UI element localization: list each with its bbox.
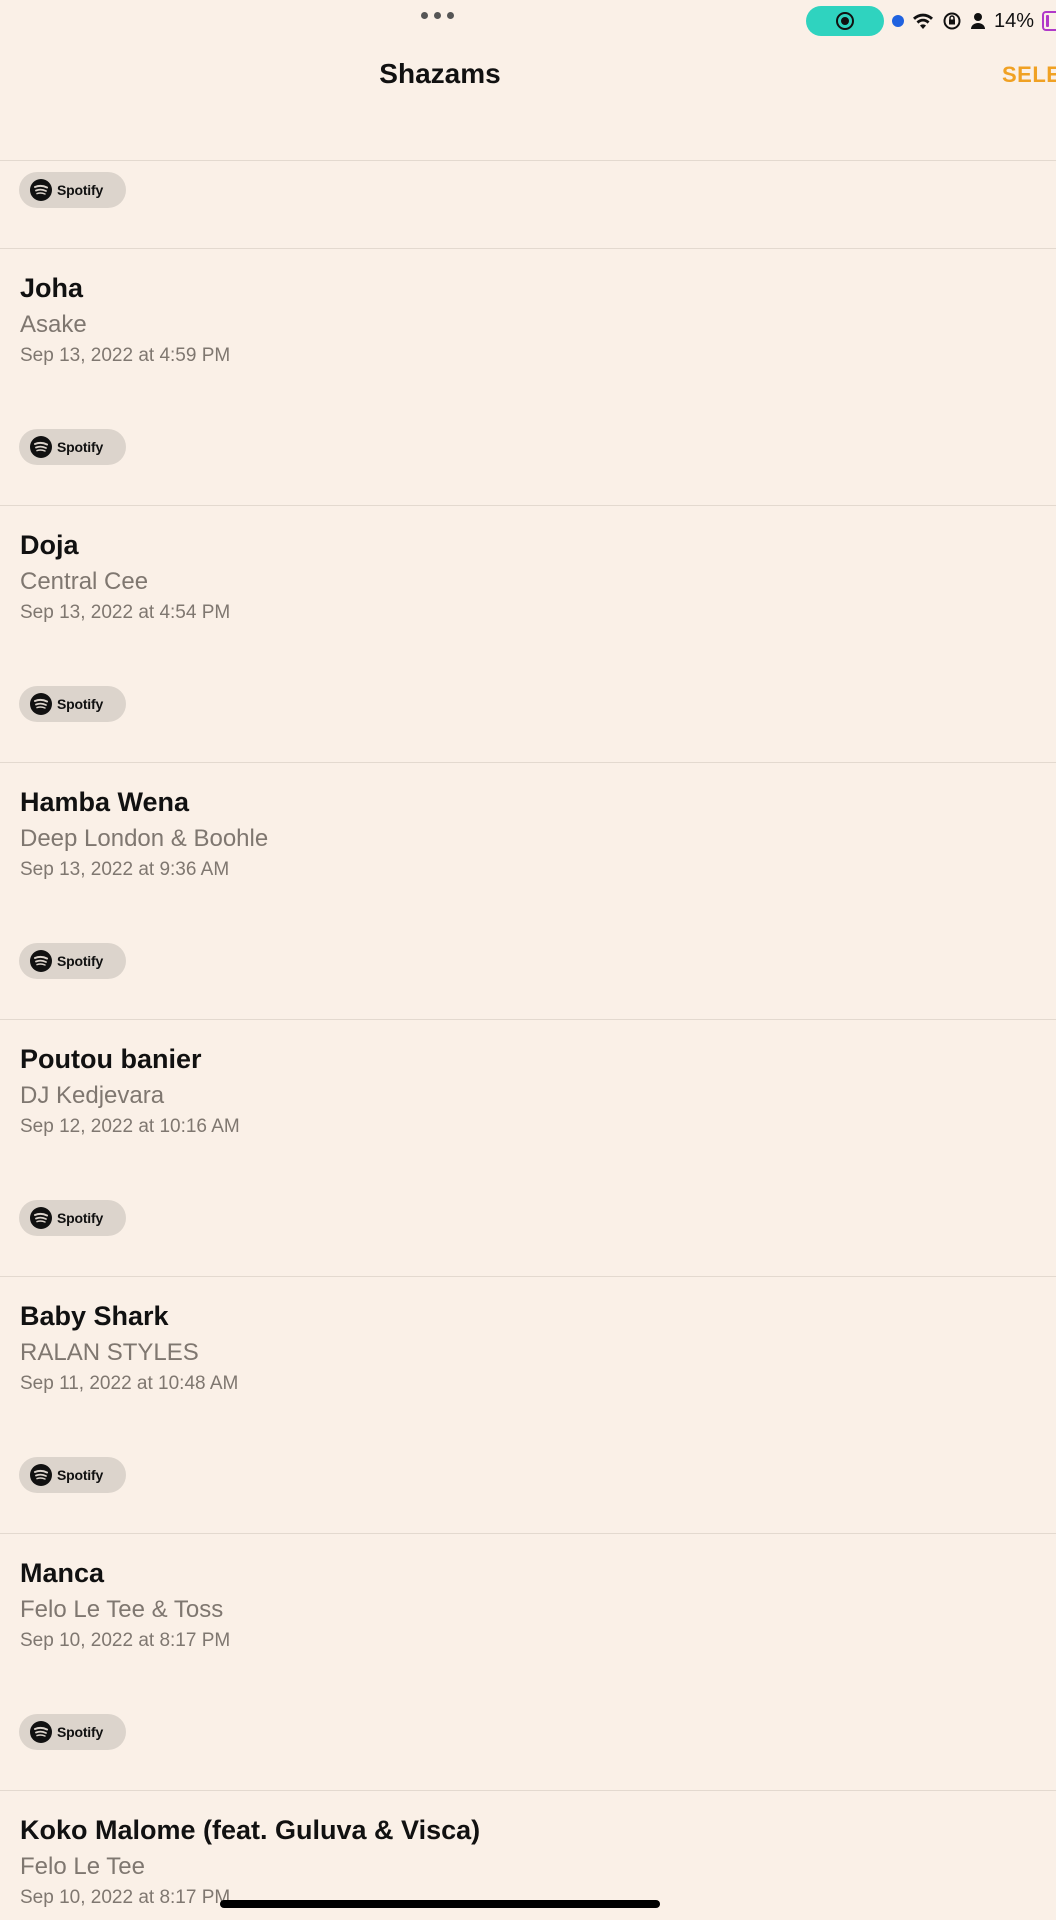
spotify-icon <box>30 436 52 458</box>
spotify-button[interactable]: Spotify <box>19 429 126 465</box>
spotify-icon <box>30 1207 52 1229</box>
track-artist: Central Cee <box>20 568 149 595</box>
divider <box>0 1790 1056 1791</box>
spotify-button[interactable]: Spotify <box>19 1714 126 1750</box>
track-date: Sep 13, 2022 at 4:54 PM <box>20 602 231 623</box>
spotify-icon <box>30 179 52 201</box>
location-dot-icon <box>891 15 904 27</box>
battery-icon <box>1042 11 1056 31</box>
spotify-icon <box>30 1721 52 1743</box>
wifi-icon <box>912 12 934 30</box>
track-item[interactable]: Joha Asake Sep 13, 2022 at 4:59 PM <box>20 272 1020 369</box>
track-date: Sep 11, 2022 at 10:48 AM <box>20 1373 239 1394</box>
spotify-button[interactable]: Spotify <box>19 1457 126 1493</box>
spotify-icon <box>30 693 52 715</box>
spotify-label: Spotify <box>57 953 104 969</box>
track-date: Sep 13, 2022 at 4:59 PM <box>20 345 231 366</box>
spotify-label: Spotify <box>57 696 104 712</box>
battery-percentage: 14% <box>993 9 1034 32</box>
track-title: Poutou banier <box>20 1044 202 1074</box>
divider <box>0 1019 1056 1020</box>
track-date: Sep 13, 2022 at 9:36 AM <box>20 859 230 880</box>
divider <box>0 1276 1056 1277</box>
track-item[interactable]: Baby Shark RALAN STYLES Sep 11, 2022 at … <box>20 1300 1020 1397</box>
screen-record-icon[interactable] <box>805 6 884 36</box>
spotify-label: Spotify <box>57 1210 104 1226</box>
spotify-button[interactable]: Spotify <box>19 172 126 208</box>
divider <box>0 1533 1056 1534</box>
track-item[interactable]: Doja Central Cee Sep 13, 2022 at 4:54 PM <box>20 529 1020 626</box>
track-date: Sep 12, 2022 at 10:16 AM <box>20 1116 240 1137</box>
track-date: Sep 10, 2022 at 8:17 PM <box>20 1630 231 1651</box>
track-artist: DJ Kedjevara <box>20 1082 165 1109</box>
person-icon <box>970 12 986 30</box>
spotify-icon <box>30 950 52 972</box>
spotify-button[interactable]: Spotify <box>19 943 126 979</box>
spotify-label: Spotify <box>57 182 104 198</box>
multitasking-dots[interactable] <box>421 12 454 19</box>
divider <box>0 762 1056 763</box>
track-title: Hamba Wena <box>20 787 190 817</box>
track-artist: Deep London & Boohle <box>20 825 269 852</box>
spotify-icon <box>30 1464 52 1486</box>
track-title: Joha <box>20 273 84 303</box>
divider <box>0 160 1056 161</box>
divider <box>0 248 1056 249</box>
track-title: Doja <box>20 530 79 560</box>
spotify-label: Spotify <box>57 439 104 455</box>
spotify-label: Spotify <box>57 1724 104 1740</box>
track-artist: Felo Le Tee <box>20 1853 145 1880</box>
track-item[interactable]: Manca Felo Le Tee & Toss Sep 10, 2022 at… <box>20 1557 1020 1654</box>
status-bar: 14% <box>805 6 1056 36</box>
track-artist: Felo Le Tee & Toss <box>20 1596 224 1623</box>
track-title: Manca <box>20 1558 105 1588</box>
home-indicator[interactable] <box>220 1900 660 1908</box>
select-button[interactable]: SELE <box>1002 62 1056 88</box>
divider <box>0 505 1056 506</box>
track-title: Koko Malome (feat. Guluva & Visca) <box>20 1815 481 1845</box>
track-item[interactable]: Hamba Wena Deep London & Boohle Sep 13, … <box>20 786 1020 883</box>
page-title: Shazams <box>379 58 501 89</box>
spotify-button[interactable]: Spotify <box>19 686 126 722</box>
track-artist: RALAN STYLES <box>20 1339 199 1366</box>
track-artist: Asake <box>20 311 87 338</box>
track-item[interactable]: Koko Malome (feat. Guluva & Visca) Felo … <box>20 1814 1020 1911</box>
spotify-label: Spotify <box>57 1467 104 1483</box>
track-item[interactable]: Poutou banier DJ Kedjevara Sep 12, 2022 … <box>20 1043 1020 1140</box>
spotify-button[interactable]: Spotify <box>19 1200 126 1236</box>
track-title: Baby Shark <box>20 1301 169 1331</box>
orientation-lock-icon <box>942 11 962 31</box>
